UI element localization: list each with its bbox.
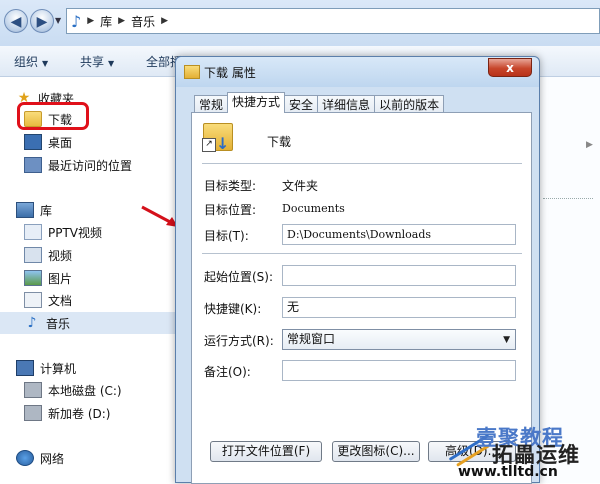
run-select-value: 常规窗口 <box>287 332 336 346</box>
download-arrow-icon: ↓ <box>216 134 230 153</box>
organize-menu[interactable]: 组织 ▼ <box>14 53 48 70</box>
watermark-logo: 壹聚教程 拓畾运维 www.tlltd.cn <box>440 420 600 483</box>
sidebar-item-network[interactable]: 网络 <box>16 448 64 468</box>
hard-disk-icon <box>24 405 42 421</box>
divider <box>202 163 522 164</box>
tab-security[interactable]: 安全 <box>284 95 319 113</box>
sidebar-item-new-volume[interactable]: 新加卷 (D:) <box>24 403 110 423</box>
run-select[interactable]: 常规窗口 ▼ <box>282 329 516 350</box>
breadcrumb-music[interactable]: 音乐 <box>131 13 155 30</box>
dialog-titlebar[interactable]: 下载 属性 x <box>176 57 539 87</box>
back-button[interactable]: ◀ <box>4 9 28 33</box>
chevron-right-icon[interactable]: ▶ <box>118 16 125 26</box>
tab-previous-versions[interactable]: 以前的版本 <box>374 95 445 113</box>
music-note-icon: ♪ <box>71 11 82 31</box>
expand-arrow-icon[interactable]: ▶ <box>586 140 593 150</box>
sidebar-item-music[interactable]: ♪ 音乐 <box>24 313 70 333</box>
chevron-down-icon: ▼ <box>42 59 49 68</box>
forward-arrow-icon: ▶ <box>36 14 48 30</box>
dialog-title: 下载 属性 <box>204 66 256 80</box>
sidebar-item-recent[interactable]: 最近访问的位置 <box>24 155 132 175</box>
network-icon <box>16 450 34 466</box>
share-menu[interactable]: 共享 ▼ <box>80 53 114 70</box>
music-note-icon: ♪ <box>27 315 37 331</box>
library-icon <box>16 202 34 218</box>
tab-details[interactable]: 详细信息 <box>317 95 376 113</box>
target-label: 目标(T): <box>204 229 249 243</box>
row-separator <box>543 198 593 200</box>
open-file-location-button[interactable]: 打开文件位置(F) <box>210 441 322 462</box>
divider <box>202 253 522 254</box>
chevron-down-icon: ▼ <box>503 335 510 345</box>
shortcut-arrow-icon: ↗ <box>202 138 216 152</box>
address-bar-area: ◀ ▶ ▼ ♪ ▶ 库 ▶ 音乐 ▶ <box>0 0 600 46</box>
sidebar-item-documents[interactable]: 文档 <box>24 290 72 310</box>
shortcut-folder-icon: ↓ ↗ <box>202 123 233 153</box>
document-library-icon <box>24 292 42 308</box>
sidebar-item-local-disk[interactable]: 本地磁盘 (C:) <box>24 380 122 400</box>
close-button[interactable]: x <box>488 58 532 77</box>
chevron-right-icon[interactable]: ▶ <box>87 16 94 26</box>
history-dropdown-icon[interactable]: ▼ <box>55 16 61 25</box>
target-location-label: 目标位置: <box>204 203 257 217</box>
properties-dialog: 下载 属性 x 常规 快捷方式 安全 详细信息 以前的版本 ↓ ↗ 下载 目标类… <box>175 56 540 484</box>
shortcut-key-label: 快捷键(K): <box>204 302 262 316</box>
sidebar-item-videos[interactable]: 视频 <box>24 245 72 265</box>
sidebar-item-computer[interactable]: 计算机 <box>16 358 76 378</box>
start-in-label: 起始位置(S): <box>204 270 274 284</box>
computer-icon <box>16 360 34 376</box>
sidebar-item-desktop[interactable]: 桌面 <box>24 132 72 152</box>
hard-disk-icon <box>24 382 42 398</box>
start-in-input[interactable] <box>282 265 516 286</box>
change-icon-button[interactable]: 更改图标(C)... <box>332 441 420 462</box>
highlight-box <box>17 102 89 130</box>
run-label: 运行方式(R): <box>204 334 274 348</box>
tab-shortcut[interactable]: 快捷方式 <box>227 92 286 113</box>
chevron-down-icon: ▼ <box>108 59 115 68</box>
recent-places-icon <box>24 157 42 173</box>
pptv-folder-icon <box>24 224 42 240</box>
target-type-label: 目标类型: <box>204 179 257 193</box>
shortcut-key-input[interactable]: 无 <box>282 297 516 318</box>
back-arrow-icon: ◀ <box>10 14 22 30</box>
target-location-value: Documents <box>282 202 345 215</box>
video-library-icon <box>24 247 42 263</box>
chevron-right-icon[interactable]: ▶ <box>161 16 168 26</box>
picture-library-icon <box>24 270 42 286</box>
watermark-url: www.tlltd.cn <box>458 464 558 480</box>
forward-button[interactable]: ▶ <box>30 9 54 33</box>
shortcut-name: 下载 <box>267 135 292 149</box>
folder-icon <box>184 65 200 79</box>
sidebar-item-pptv[interactable]: PPTV视频 <box>24 222 102 242</box>
target-type-value: 文件夹 <box>282 179 319 193</box>
target-input[interactable]: D:\Documents\Downloads <box>282 224 516 245</box>
comment-label: 备注(O): <box>204 365 251 379</box>
sidebar-item-pictures[interactable]: 图片 <box>24 268 72 288</box>
comment-input[interactable] <box>282 360 516 381</box>
address-field[interactable]: ♪ ▶ 库 ▶ 音乐 ▶ <box>66 8 600 34</box>
breadcrumb-library[interactable]: 库 <box>100 13 112 30</box>
desktop-icon <box>24 134 42 150</box>
sidebar-item-libraries[interactable]: 库 <box>16 200 52 220</box>
tab-strip: 常规 快捷方式 安全 详细信息 以前的版本 <box>194 92 445 113</box>
tab-general[interactable]: 常规 <box>194 95 229 113</box>
